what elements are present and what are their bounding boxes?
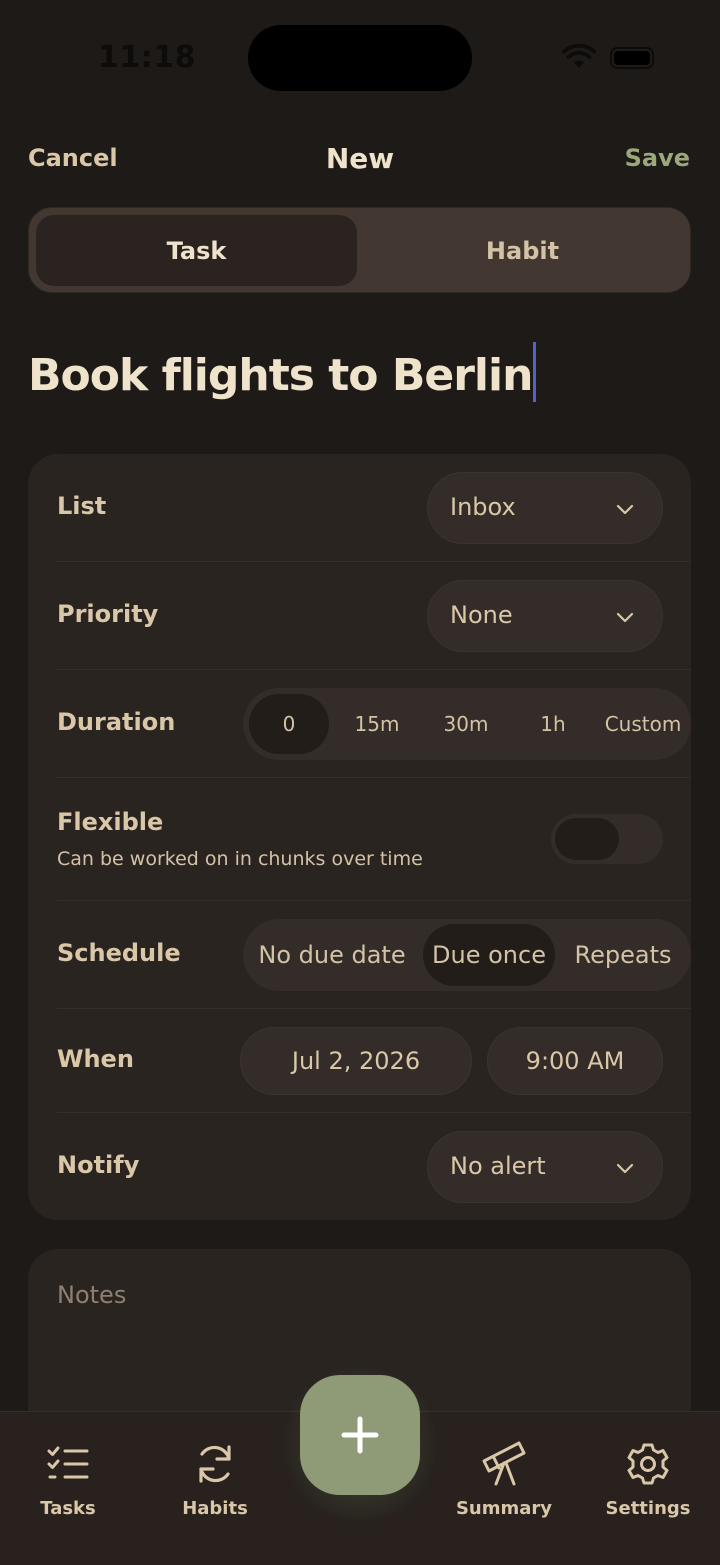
list-row: List Inbox	[57, 454, 691, 562]
date-picker-button[interactable]: Jul 2, 2026	[240, 1027, 472, 1095]
task-title-text: Book flights to Berlin	[28, 350, 533, 401]
chevron-down-icon	[616, 609, 634, 628]
list-dropdown[interactable]: Inbox	[427, 472, 663, 544]
flexible-row: Flexible Can be worked on in chunks over…	[57, 778, 691, 901]
duration-row: Duration 0 15m 30m 1h Custom	[57, 670, 691, 778]
list-value: Inbox	[450, 493, 516, 521]
checklist-icon	[8, 1440, 128, 1488]
toggle-knob	[555, 818, 619, 860]
nav-bar: Cancel New Save	[0, 140, 720, 180]
duration-segmented-control: 0 15m 30m 1h Custom	[243, 688, 691, 760]
priority-label: Priority	[57, 600, 159, 628]
schedule-label: Schedule	[57, 939, 181, 967]
duration-label: Duration	[57, 708, 176, 736]
when-label: When	[57, 1045, 134, 1073]
time-picker-button[interactable]: 9:00 AM	[487, 1027, 663, 1095]
notes-placeholder: Notes	[57, 1281, 127, 1309]
schedule-option-due-once[interactable]: Due once	[423, 924, 555, 986]
notify-dropdown[interactable]: No alert	[427, 1131, 663, 1203]
chevron-down-icon	[616, 1160, 634, 1179]
tab-settings-label: Settings	[605, 1498, 691, 1519]
duration-option-30m[interactable]: 30m	[423, 694, 509, 754]
add-button[interactable]	[300, 1375, 420, 1495]
page-title: New	[325, 142, 395, 175]
gear-icon	[588, 1440, 708, 1488]
duration-option-1h[interactable]: 1h	[513, 694, 593, 754]
plus-icon	[341, 1416, 379, 1454]
segment-habit[interactable]: Habit	[360, 215, 685, 286]
segment-task[interactable]: Task	[36, 215, 357, 286]
when-row: When Jul 2, 2026 9:00 AM	[57, 1009, 691, 1113]
tab-tasks[interactable]: Tasks	[8, 1440, 128, 1519]
refresh-icon	[155, 1440, 275, 1488]
status-time: 11:18	[98, 40, 196, 75]
duration-option-15m[interactable]: 15m	[335, 694, 419, 754]
tab-summary[interactable]: Summary	[444, 1440, 564, 1519]
schedule-option-no-due-date[interactable]: No due date	[249, 924, 415, 986]
priority-value: None	[450, 601, 513, 629]
save-button[interactable]: Save	[625, 144, 690, 172]
tab-habits-label: Habits	[182, 1498, 248, 1519]
schedule-row: Schedule No due date Due once Repeats	[57, 901, 691, 1009]
tab-summary-label: Summary	[455, 1498, 553, 1519]
dynamic-island	[248, 25, 472, 91]
list-label: List	[57, 492, 107, 520]
schedule-option-repeats[interactable]: Repeats	[561, 924, 685, 986]
wifi-icon	[562, 43, 596, 74]
flexible-description: Can be worked on in chunks over time	[57, 848, 423, 870]
tab-tasks-label: Tasks	[40, 1498, 96, 1519]
duration-option-0[interactable]: 0	[249, 694, 329, 754]
tab-settings[interactable]: Settings	[588, 1440, 708, 1519]
duration-option-custom[interactable]: Custom	[597, 694, 689, 754]
flexible-toggle[interactable]	[551, 814, 663, 864]
chevron-down-icon	[616, 501, 634, 520]
priority-row: Priority None	[57, 562, 691, 670]
notify-label: Notify	[57, 1151, 140, 1179]
tab-habits[interactable]: Habits	[155, 1440, 275, 1519]
priority-dropdown[interactable]: None	[427, 580, 663, 652]
notify-row: Notify No alert	[57, 1113, 691, 1220]
task-title-input[interactable]: Book flights to Berlin	[28, 342, 537, 402]
notify-value: No alert	[450, 1152, 546, 1180]
schedule-segmented-control: No due date Due once Repeats	[243, 919, 691, 991]
task-options-card: List Inbox Priority None Duration 0 15m …	[28, 454, 691, 1220]
status-bar: 11:18	[0, 0, 720, 110]
battery-icon	[610, 47, 654, 69]
type-segmented-control: Task Habit	[28, 207, 691, 293]
text-cursor	[533, 342, 537, 402]
flexible-label: Flexible	[57, 808, 164, 836]
telescope-icon	[444, 1440, 564, 1488]
